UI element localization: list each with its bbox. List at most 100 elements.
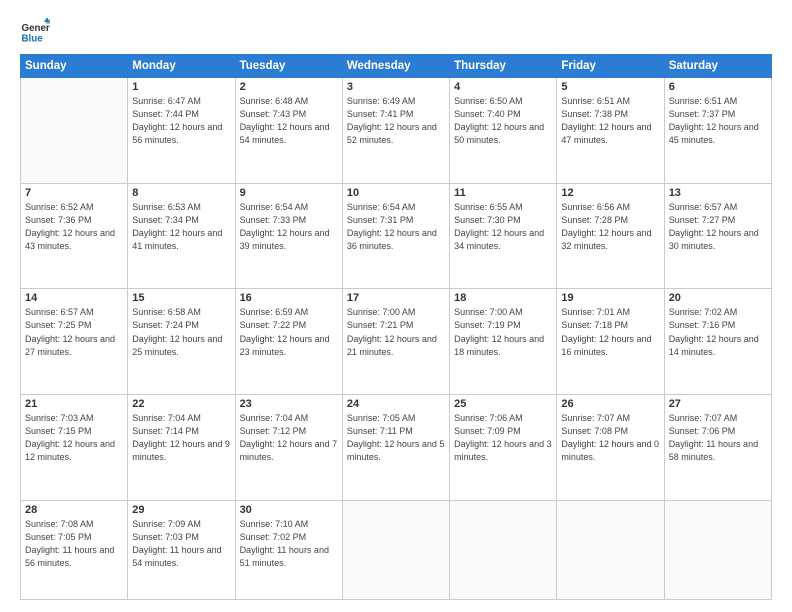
- calendar-cell: 20 Sunrise: 7:02 AMSunset: 7:16 PMDayligh…: [664, 289, 771, 395]
- calendar-cell: [21, 78, 128, 184]
- calendar-cell: 4 Sunrise: 6:50 AMSunset: 7:40 PMDaylight…: [450, 78, 557, 184]
- day-number: 3: [347, 81, 445, 93]
- logo-icon: General Blue: [20, 16, 50, 46]
- day-number: 18: [454, 292, 552, 304]
- day-number: 24: [347, 398, 445, 410]
- cell-info: Sunrise: 6:49 AMSunset: 7:41 PMDaylight:…: [347, 95, 445, 147]
- logo: General Blue: [20, 16, 50, 46]
- cell-info: Sunrise: 7:06 AMSunset: 7:09 PMDaylight:…: [454, 412, 552, 464]
- calendar-cell: 3 Sunrise: 6:49 AMSunset: 7:41 PMDaylight…: [342, 78, 449, 184]
- calendar-container: General Blue SundayMondayTuesdayWednesda…: [0, 0, 792, 612]
- day-number: 26: [561, 398, 659, 410]
- day-number: 8: [132, 187, 230, 199]
- cell-info: Sunrise: 6:51 AMSunset: 7:38 PMDaylight:…: [561, 95, 659, 147]
- day-number: 23: [240, 398, 338, 410]
- calendar-cell: 6Sunrise: 6:51 AMSunset: 7:37 PMDaylight…: [664, 78, 771, 184]
- day-number: 1: [132, 81, 230, 93]
- calendar-week-row: 1 Sunrise: 6:47 AMSunset: 7:44 PMDaylight…: [21, 78, 772, 184]
- cell-info: Sunrise: 7:02 AMSunset: 7:16 PMDaylight:…: [669, 306, 767, 358]
- weekday-header: Tuesday: [235, 55, 342, 78]
- svg-text:General: General: [22, 23, 51, 34]
- day-number: 12: [561, 187, 659, 199]
- calendar-cell: 22Sunrise: 7:04 AMSunset: 7:14 PMDayligh…: [128, 395, 235, 501]
- cell-info: Sunrise: 7:04 AMSunset: 7:12 PMDaylight:…: [240, 412, 338, 464]
- day-number: 28: [25, 504, 123, 516]
- calendar-table: SundayMondayTuesdayWednesdayThursdayFrid…: [20, 54, 772, 600]
- cell-info: Sunrise: 6:55 AMSunset: 7:30 PMDaylight:…: [454, 201, 552, 253]
- day-number: 10: [347, 187, 445, 199]
- calendar-cell: 13 Sunrise: 6:57 AMSunset: 7:27 PMDayligh…: [664, 183, 771, 289]
- day-number: 7: [25, 187, 123, 199]
- calendar-cell: 5 Sunrise: 6:51 AMSunset: 7:38 PMDaylight…: [557, 78, 664, 184]
- weekday-header: Saturday: [664, 55, 771, 78]
- calendar-cell: 21 Sunrise: 7:03 AMSunset: 7:15 PMDayligh…: [21, 395, 128, 501]
- cell-info: Sunrise: 6:57 AMSunset: 7:25 PMDaylight:…: [25, 306, 123, 358]
- cell-info: Sunrise: 6:50 AMSunset: 7:40 PMDaylight:…: [454, 95, 552, 147]
- cell-info: Sunrise: 6:56 AMSunset: 7:28 PMDaylight:…: [561, 201, 659, 253]
- calendar-cell: 17 Sunrise: 7:00 AMSunset: 7:21 PMDayligh…: [342, 289, 449, 395]
- cell-info: Sunrise: 6:54 AMSunset: 7:33 PMDaylight:…: [240, 201, 338, 253]
- calendar-cell: 16Sunrise: 6:59 AMSunset: 7:22 PMDayligh…: [235, 289, 342, 395]
- calendar-cell: 14 Sunrise: 6:57 AMSunset: 7:25 PMDayligh…: [21, 289, 128, 395]
- cell-info: Sunrise: 7:03 AMSunset: 7:15 PMDaylight:…: [25, 412, 123, 464]
- day-number: 9: [240, 187, 338, 199]
- cell-info: Sunrise: 7:00 AMSunset: 7:21 PMDaylight:…: [347, 306, 445, 358]
- calendar-cell: 29Sunrise: 7:09 AMSunset: 7:03 PMDayligh…: [128, 500, 235, 599]
- calendar-week-row: 21 Sunrise: 7:03 AMSunset: 7:15 PMDayligh…: [21, 395, 772, 501]
- day-number: 27: [669, 398, 767, 410]
- day-number: 2: [240, 81, 338, 93]
- cell-info: Sunrise: 6:57 AMSunset: 7:27 PMDaylight:…: [669, 201, 767, 253]
- cell-info: Sunrise: 7:10 AMSunset: 7:02 PMDaylight:…: [240, 518, 338, 570]
- header: General Blue: [20, 16, 772, 46]
- weekday-header: Monday: [128, 55, 235, 78]
- day-number: 13: [669, 187, 767, 199]
- calendar-cell: 30Sunrise: 7:10 AMSunset: 7:02 PMDayligh…: [235, 500, 342, 599]
- day-number: 4: [454, 81, 552, 93]
- day-number: 17: [347, 292, 445, 304]
- calendar-cell: 18 Sunrise: 7:00 AMSunset: 7:19 PMDayligh…: [450, 289, 557, 395]
- cell-info: Sunrise: 7:08 AMSunset: 7:05 PMDaylight:…: [25, 518, 123, 570]
- weekday-header: Friday: [557, 55, 664, 78]
- calendar-cell: 28 Sunrise: 7:08 AMSunset: 7:05 PMDayligh…: [21, 500, 128, 599]
- cell-info: Sunrise: 6:52 AMSunset: 7:36 PMDaylight:…: [25, 201, 123, 253]
- calendar-week-row: 7 Sunrise: 6:52 AMSunset: 7:36 PMDaylight…: [21, 183, 772, 289]
- calendar-cell: 23 Sunrise: 7:04 AMSunset: 7:12 PMDayligh…: [235, 395, 342, 501]
- calendar-cell: 2 Sunrise: 6:48 AMSunset: 7:43 PMDaylight…: [235, 78, 342, 184]
- cell-info: Sunrise: 7:01 AMSunset: 7:18 PMDaylight:…: [561, 306, 659, 358]
- day-number: 5: [561, 81, 659, 93]
- weekday-header: Sunday: [21, 55, 128, 78]
- calendar-cell: 24 Sunrise: 7:05 AMSunset: 7:11 PMDayligh…: [342, 395, 449, 501]
- cell-info: Sunrise: 6:54 AMSunset: 7:31 PMDaylight:…: [347, 201, 445, 253]
- day-number: 19: [561, 292, 659, 304]
- calendar-cell: [664, 500, 771, 599]
- calendar-cell: [450, 500, 557, 599]
- weekday-header: Thursday: [450, 55, 557, 78]
- day-number: 11: [454, 187, 552, 199]
- day-number: 25: [454, 398, 552, 410]
- calendar-cell: 19 Sunrise: 7:01 AMSunset: 7:18 PMDayligh…: [557, 289, 664, 395]
- calendar-cell: 11 Sunrise: 6:55 AMSunset: 7:30 PMDayligh…: [450, 183, 557, 289]
- day-number: 21: [25, 398, 123, 410]
- cell-info: Sunrise: 7:07 AMSunset: 7:06 PMDaylight:…: [669, 412, 767, 464]
- day-number: 14: [25, 292, 123, 304]
- calendar-cell: 12 Sunrise: 6:56 AMSunset: 7:28 PMDayligh…: [557, 183, 664, 289]
- cell-info: Sunrise: 6:47 AMSunset: 7:44 PMDaylight:…: [132, 95, 230, 147]
- calendar-cell: 27 Sunrise: 7:07 AMSunset: 7:06 PMDayligh…: [664, 395, 771, 501]
- cell-info: Sunrise: 7:09 AMSunset: 7:03 PMDaylight:…: [132, 518, 230, 570]
- cell-info: Sunrise: 7:00 AMSunset: 7:19 PMDaylight:…: [454, 306, 552, 358]
- calendar-cell: [342, 500, 449, 599]
- calendar-cell: 9 Sunrise: 6:54 AMSunset: 7:33 PMDaylight…: [235, 183, 342, 289]
- calendar-cell: 10 Sunrise: 6:54 AMSunset: 7:31 PMDayligh…: [342, 183, 449, 289]
- calendar-cell: 15Sunrise: 6:58 AMSunset: 7:24 PMDayligh…: [128, 289, 235, 395]
- cell-info: Sunrise: 6:53 AMSunset: 7:34 PMDaylight:…: [132, 201, 230, 253]
- cell-info: Sunrise: 7:07 AMSunset: 7:08 PMDaylight:…: [561, 412, 659, 464]
- calendar-week-row: 28 Sunrise: 7:08 AMSunset: 7:05 PMDayligh…: [21, 500, 772, 599]
- day-number: 16: [240, 292, 338, 304]
- calendar-cell: 7 Sunrise: 6:52 AMSunset: 7:36 PMDaylight…: [21, 183, 128, 289]
- day-number: 6: [669, 81, 767, 93]
- cell-info: Sunrise: 7:05 AMSunset: 7:11 PMDaylight:…: [347, 412, 445, 464]
- calendar-week-row: 14 Sunrise: 6:57 AMSunset: 7:25 PMDayligh…: [21, 289, 772, 395]
- day-number: 20: [669, 292, 767, 304]
- cell-info: Sunrise: 6:48 AMSunset: 7:43 PMDaylight:…: [240, 95, 338, 147]
- cell-info: Sunrise: 7:04 AMSunset: 7:14 PMDaylight:…: [132, 412, 230, 464]
